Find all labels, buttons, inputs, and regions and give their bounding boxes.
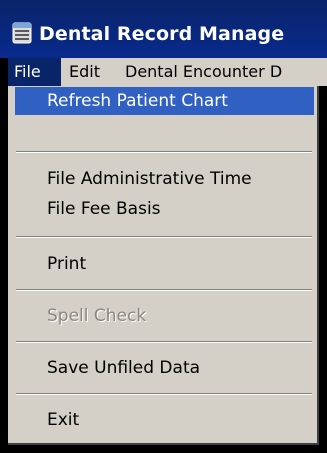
menu-separator — [16, 236, 312, 238]
menu-item-print[interactable]: Print — [15, 250, 314, 278]
file-menu-dropdown: Refresh Patient Chart File Administrativ… — [8, 86, 319, 445]
menu-bar: File Edit Dental Encounter D — [8, 58, 327, 86]
window-edge — [319, 86, 327, 453]
menu-item-file-administrative-time[interactable]: File Administrative Time — [15, 165, 314, 193]
menu-file[interactable]: File — [8, 58, 61, 86]
menu-dental-encounter[interactable]: Dental Encounter D — [125, 58, 282, 86]
menu-separator — [16, 151, 312, 153]
menu-edit[interactable]: Edit — [69, 58, 100, 86]
application-window: Dental Record Manage File Edit Dental En… — [0, 0, 327, 453]
window-title: Dental Record Manage — [39, 23, 285, 45]
menu-item-save-unfiled-data[interactable]: Save Unfiled Data — [15, 354, 314, 382]
menu-separator — [16, 341, 312, 343]
dental-app-icon — [12, 22, 32, 44]
menu-item-spell-check: Spell Check — [47, 306, 147, 326]
menu-item-exit[interactable]: Exit — [15, 406, 314, 434]
menu-item-refresh-patient-chart[interactable]: Refresh Patient Chart — [15, 87, 314, 115]
title-bar[interactable]: Dental Record Manage — [0, 0, 327, 58]
menu-item-file-fee-basis[interactable]: File Fee Basis — [15, 195, 314, 223]
menu-separator — [16, 289, 312, 291]
menu-separator — [16, 393, 312, 395]
